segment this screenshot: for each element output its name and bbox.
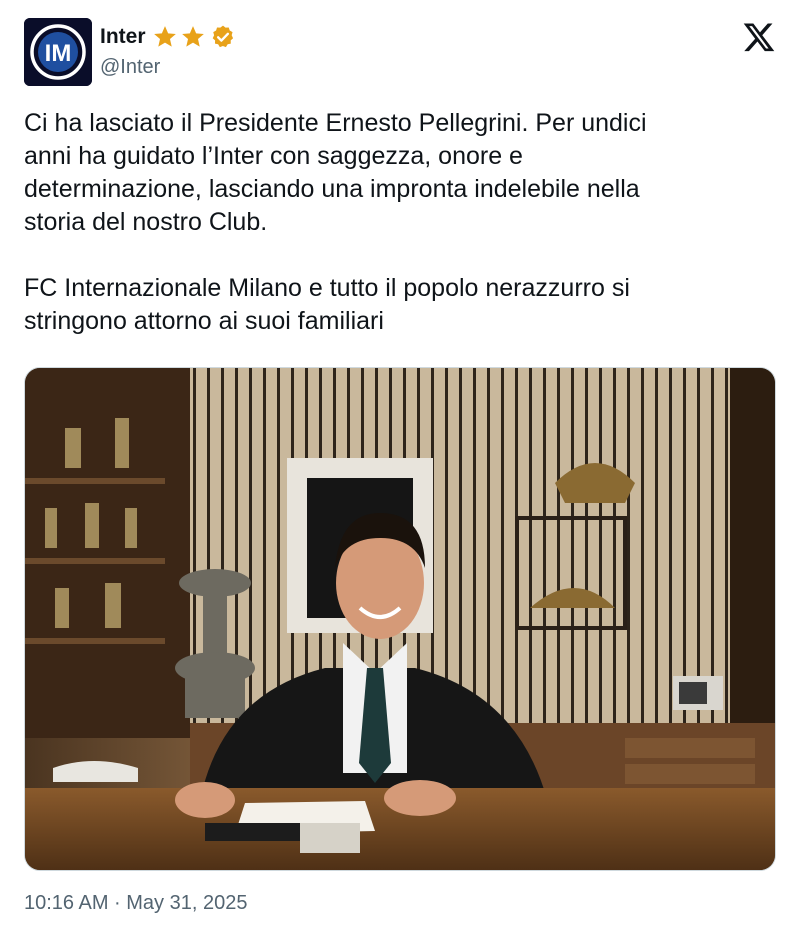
timestamp[interactable]: 10:16 AM · May 31, 2025	[24, 892, 247, 915]
verified-badge-icon	[212, 25, 233, 48]
display-name[interactable]: Inter	[100, 25, 146, 49]
star-icon	[181, 26, 204, 47]
tweet-header: IM Inter @Inter	[24, 16, 784, 88]
avatar[interactable]: IM	[24, 18, 92, 86]
inter-logo-icon: IM	[24, 18, 92, 86]
tweet-text: Ci ha lasciato il Presidente Ernesto Pel…	[24, 109, 647, 335]
tweet-photo[interactable]	[24, 367, 776, 871]
handle[interactable]: @Inter	[100, 56, 160, 79]
svg-text:IM: IM	[45, 40, 72, 67]
star-icon	[153, 26, 176, 47]
x-logo-icon[interactable]	[742, 20, 776, 54]
name-row: Inter	[100, 22, 236, 52]
photo-of-man-at-desk	[25, 368, 775, 870]
